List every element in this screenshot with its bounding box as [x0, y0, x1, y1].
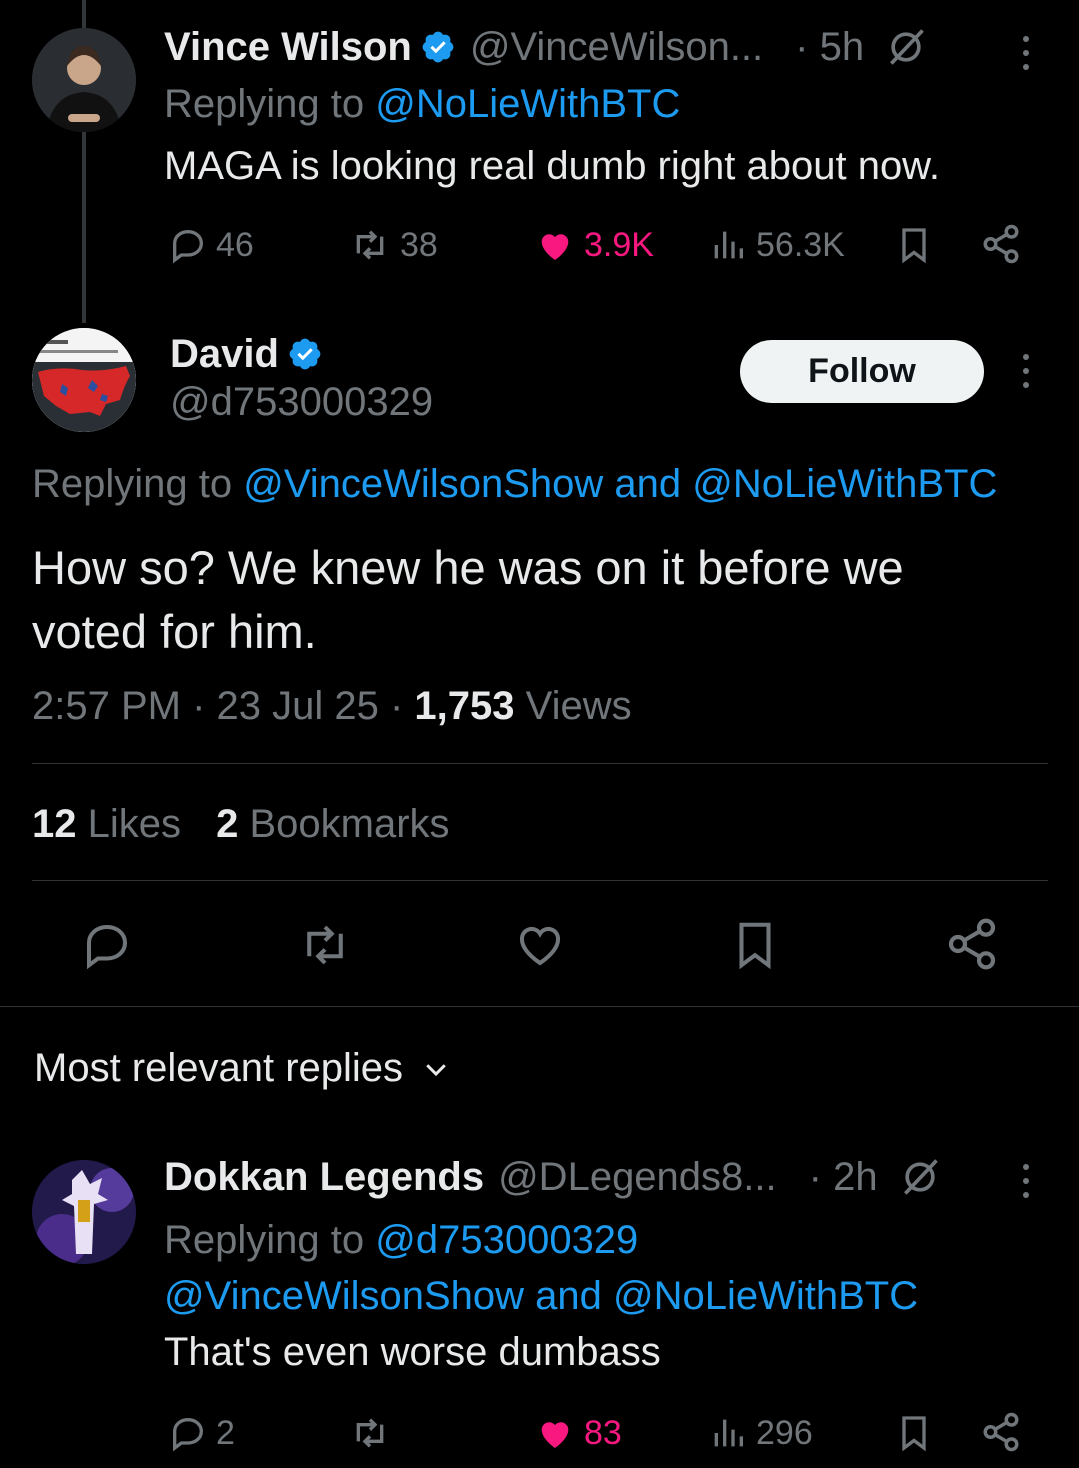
like-count: 3.9K [584, 225, 654, 264]
replying-label: Replying to [164, 1218, 376, 1262]
author-name[interactable]: Vince Wilson [164, 25, 412, 70]
likes-count: 12 [32, 802, 77, 846]
repost-icon[interactable] [296, 918, 354, 972]
main-replying-to: Replying to @VinceWilsonShow and @NoLieW… [32, 462, 997, 507]
author-handle[interactable]: @DLegends8... [498, 1155, 777, 1200]
bookmarks-label: Bookmarks [238, 802, 450, 846]
bookmarks-summary[interactable]: 2 Bookmarks [216, 802, 449, 846]
like-icon-filled [541, 1422, 569, 1448]
more-icon[interactable] [1021, 1164, 1031, 1206]
engagement-summary: 12 Likes 2 Bookmarks [32, 802, 450, 847]
main-tweet-meta: 2:57 PM · 23 Jul 25 · 1,753 Views [32, 684, 632, 729]
reply-stat[interactable]: 46 [168, 225, 254, 265]
parent-replying-to: Replying to @NoLieWithBTC [164, 82, 680, 127]
grok-slash-icon[interactable] [884, 25, 928, 69]
replying-mention[interactable]: @NoLieWithBTC [613, 1274, 918, 1318]
bookmark-icon[interactable] [894, 1411, 934, 1455]
divider [32, 763, 1048, 764]
author-handle[interactable]: @d753000329 [170, 380, 433, 425]
reply-tweet-text: That's even worse dumbass [164, 1330, 661, 1374]
replying-label: Replying to [164, 82, 376, 126]
reply-tweet-header: Dokkan Legends @DLegends8... · 2h [164, 1152, 942, 1202]
more-icon[interactable] [1021, 354, 1031, 396]
main-tweet-text: How so? We knew he was on it before we v… [32, 536, 904, 664]
reply-icon [173, 1417, 204, 1452]
parent-tweet-text: MAGA is looking real dumb right about no… [164, 144, 940, 188]
replying-mention[interactable]: @NoLieWithBTC [692, 462, 997, 506]
replying-mention[interactable]: @VinceWilsonShow [243, 462, 603, 506]
verified-icon [422, 31, 454, 63]
repost-count: 38 [400, 225, 438, 264]
follow-button[interactable]: Follow [740, 340, 984, 403]
avatar-david[interactable] [32, 328, 136, 432]
grok-slash-icon[interactable] [898, 1155, 942, 1199]
views-icon [714, 1419, 743, 1447]
main-tweet-text-line: How so? We knew he was on it before we [32, 541, 904, 594]
views-stat[interactable]: 296 [708, 1413, 813, 1453]
avatar-dokkan-legends[interactable] [32, 1160, 136, 1264]
avatar-vince-wilson[interactable] [32, 28, 136, 132]
more-icon[interactable] [1021, 36, 1031, 78]
likes-summary[interactable]: 12 Likes [32, 802, 181, 846]
repost-icon [356, 230, 384, 260]
tweet-time[interactable]: · 5h [795, 25, 864, 70]
main-author-name-row: David [170, 330, 323, 378]
like-count: 83 [584, 1413, 622, 1452]
views-count: 56.3K [756, 225, 845, 264]
bookmark-icon[interactable] [894, 223, 934, 267]
views-stat[interactable]: 56.3K [708, 225, 845, 265]
parent-tweet-header: Vince Wilson @VinceWilson... · 5h [164, 22, 928, 72]
reply-replying-to: Replying to @d753000329 @VinceWilsonShow… [164, 1212, 918, 1324]
reply-count: 2 [216, 1413, 235, 1452]
main-tweet-text-line: voted for him. [32, 605, 317, 658]
views-count: 1,753 [414, 684, 515, 728]
author-name[interactable]: David [170, 332, 279, 377]
repost-icon [356, 1418, 384, 1448]
views-label: Views [514, 684, 632, 728]
likes-label: Likes [76, 802, 181, 846]
chevron-down-icon [426, 1063, 446, 1076]
author-handle[interactable]: @VinceWilson... [470, 25, 763, 70]
reply-icon [173, 229, 204, 264]
share-icon[interactable] [980, 1411, 1022, 1453]
reply-count: 46 [216, 225, 254, 264]
replying-label: Replying to [32, 462, 244, 506]
share-icon[interactable] [980, 223, 1022, 265]
author-name[interactable]: Dokkan Legends [164, 1155, 484, 1200]
replying-mention[interactable]: @d753000329 [375, 1218, 638, 1262]
like-icon-filled [541, 234, 569, 260]
replies-sort-label: Most relevant replies [34, 1046, 404, 1090]
reply-icon[interactable] [80, 918, 134, 972]
share-icon[interactable] [944, 916, 1000, 972]
bookmark-icon[interactable] [728, 916, 782, 974]
replying-and: and [603, 462, 693, 506]
replying-and: and [524, 1274, 613, 1318]
tweet-timestamp[interactable]: 2:57 PM · 23 Jul 25 · [32, 684, 414, 728]
like-stat[interactable]: 83 [534, 1413, 622, 1453]
views-icon [714, 231, 743, 259]
divider [32, 880, 1048, 881]
bookmarks-count: 2 [216, 802, 239, 846]
divider [0, 1006, 1079, 1007]
replying-mention[interactable]: @NoLieWithBTC [375, 82, 680, 126]
reply-stat[interactable]: 2 [168, 1413, 235, 1453]
repost-stat[interactable] [348, 1413, 392, 1453]
tweet-time[interactable]: · 2h [809, 1155, 878, 1200]
replies-sort-dropdown[interactable]: Most relevant replies [34, 1046, 451, 1091]
verified-icon [289, 338, 321, 370]
like-stat[interactable]: 3.9K [534, 225, 654, 265]
replying-mention[interactable]: @VinceWilsonShow [164, 1274, 524, 1318]
repost-stat[interactable]: 38 [348, 225, 438, 265]
views-count: 296 [756, 1413, 813, 1452]
like-icon[interactable] [512, 918, 568, 972]
